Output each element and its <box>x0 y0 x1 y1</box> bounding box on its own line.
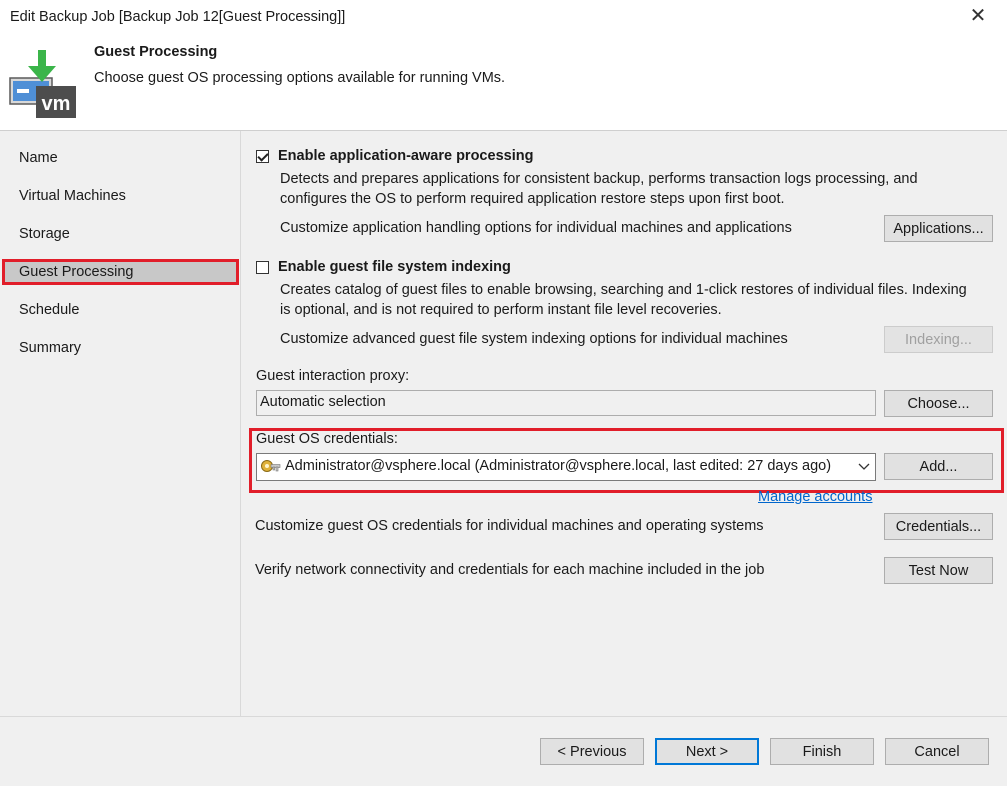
test-now-button[interactable]: Test Now <box>884 557 993 584</box>
verify-text: Verify network connectivity and credenti… <box>255 562 765 578</box>
previous-button[interactable]: < Previous <box>540 738 644 765</box>
wizard-header: vm Guest Processing Choose guest OS proc… <box>0 36 1007 131</box>
indexing-checkbox[interactable] <box>256 261 269 274</box>
indexing-customize-text: Customize advanced guest file system ind… <box>280 331 788 347</box>
sidebar-item-storage[interactable]: Storage <box>19 226 70 242</box>
finish-button[interactable]: Finish <box>770 738 874 765</box>
app-aware-label[interactable]: Enable application-aware processing <box>278 148 533 164</box>
indexing-button[interactable]: Indexing... <box>884 326 993 353</box>
next-button[interactable]: Next > <box>655 738 759 765</box>
proxy-field: Automatic selection <box>256 390 876 416</box>
proxy-label: Guest interaction proxy: <box>256 368 410 384</box>
title-bar: Edit Backup Job [Backup Job 12[Guest Pro… <box>0 0 1007 36</box>
cancel-button[interactable]: Cancel <box>885 738 989 765</box>
credentials-customize-text: Customize guest OS credentials for indiv… <box>255 518 764 534</box>
page-title: Guest Processing <box>94 44 218 60</box>
credentials-label: Guest OS credentials: <box>256 431 398 447</box>
wizard-sidebar: Name Virtual Machines Storage Guest Proc… <box>0 131 241 716</box>
backup-vm-logo-icon: vm <box>9 50 76 118</box>
indexing-description-2: is optional, and is not required to perf… <box>280 302 722 318</box>
sidebar-item-guest-processing[interactable]: Guest Processing <box>19 264 133 280</box>
sidebar-item-schedule[interactable]: Schedule <box>19 302 79 318</box>
applications-button[interactable]: Applications... <box>884 215 993 242</box>
window-title: Edit Backup Job [Backup Job 12[Guest Pro… <box>10 9 346 25</box>
credentials-selected-value: Administrator@vsphere.local (Administrat… <box>285 458 832 474</box>
main-panel: Enable application-aware processing Dete… <box>241 131 1007 716</box>
choose-button[interactable]: Choose... <box>884 390 993 417</box>
chevron-down-icon[interactable] <box>857 459 871 473</box>
credentials-button[interactable]: Credentials... <box>884 513 993 540</box>
logo-text: vm <box>42 93 71 115</box>
indexing-label[interactable]: Enable guest file system indexing <box>278 259 511 275</box>
sidebar-item-name[interactable]: Name <box>19 150 58 166</box>
sidebar-item-virtual-machines[interactable]: Virtual Machines <box>19 188 126 204</box>
app-aware-description-1: Detects and prepares applications for co… <box>280 171 918 187</box>
app-aware-checkbox[interactable] <box>256 150 269 163</box>
manage-accounts-link[interactable]: Manage accounts <box>758 489 872 505</box>
page-subtitle: Choose guest OS processing options avail… <box>94 70 506 86</box>
add-credentials-button[interactable]: Add... <box>884 453 993 480</box>
close-icon[interactable]: ✕ <box>966 4 990 28</box>
sidebar-item-summary[interactable]: Summary <box>19 340 81 356</box>
key-icon <box>261 460 281 472</box>
app-aware-description-2: configures the OS to perform required ap… <box>280 191 785 207</box>
app-aware-customize-text: Customize application handling options f… <box>280 220 792 236</box>
indexing-description-1: Creates catalog of guest files to enable… <box>280 282 967 298</box>
wizard-footer: < Previous Next > Finish Cancel <box>0 716 1007 786</box>
credentials-dropdown[interactable]: Administrator@vsphere.local (Administrat… <box>256 453 876 481</box>
